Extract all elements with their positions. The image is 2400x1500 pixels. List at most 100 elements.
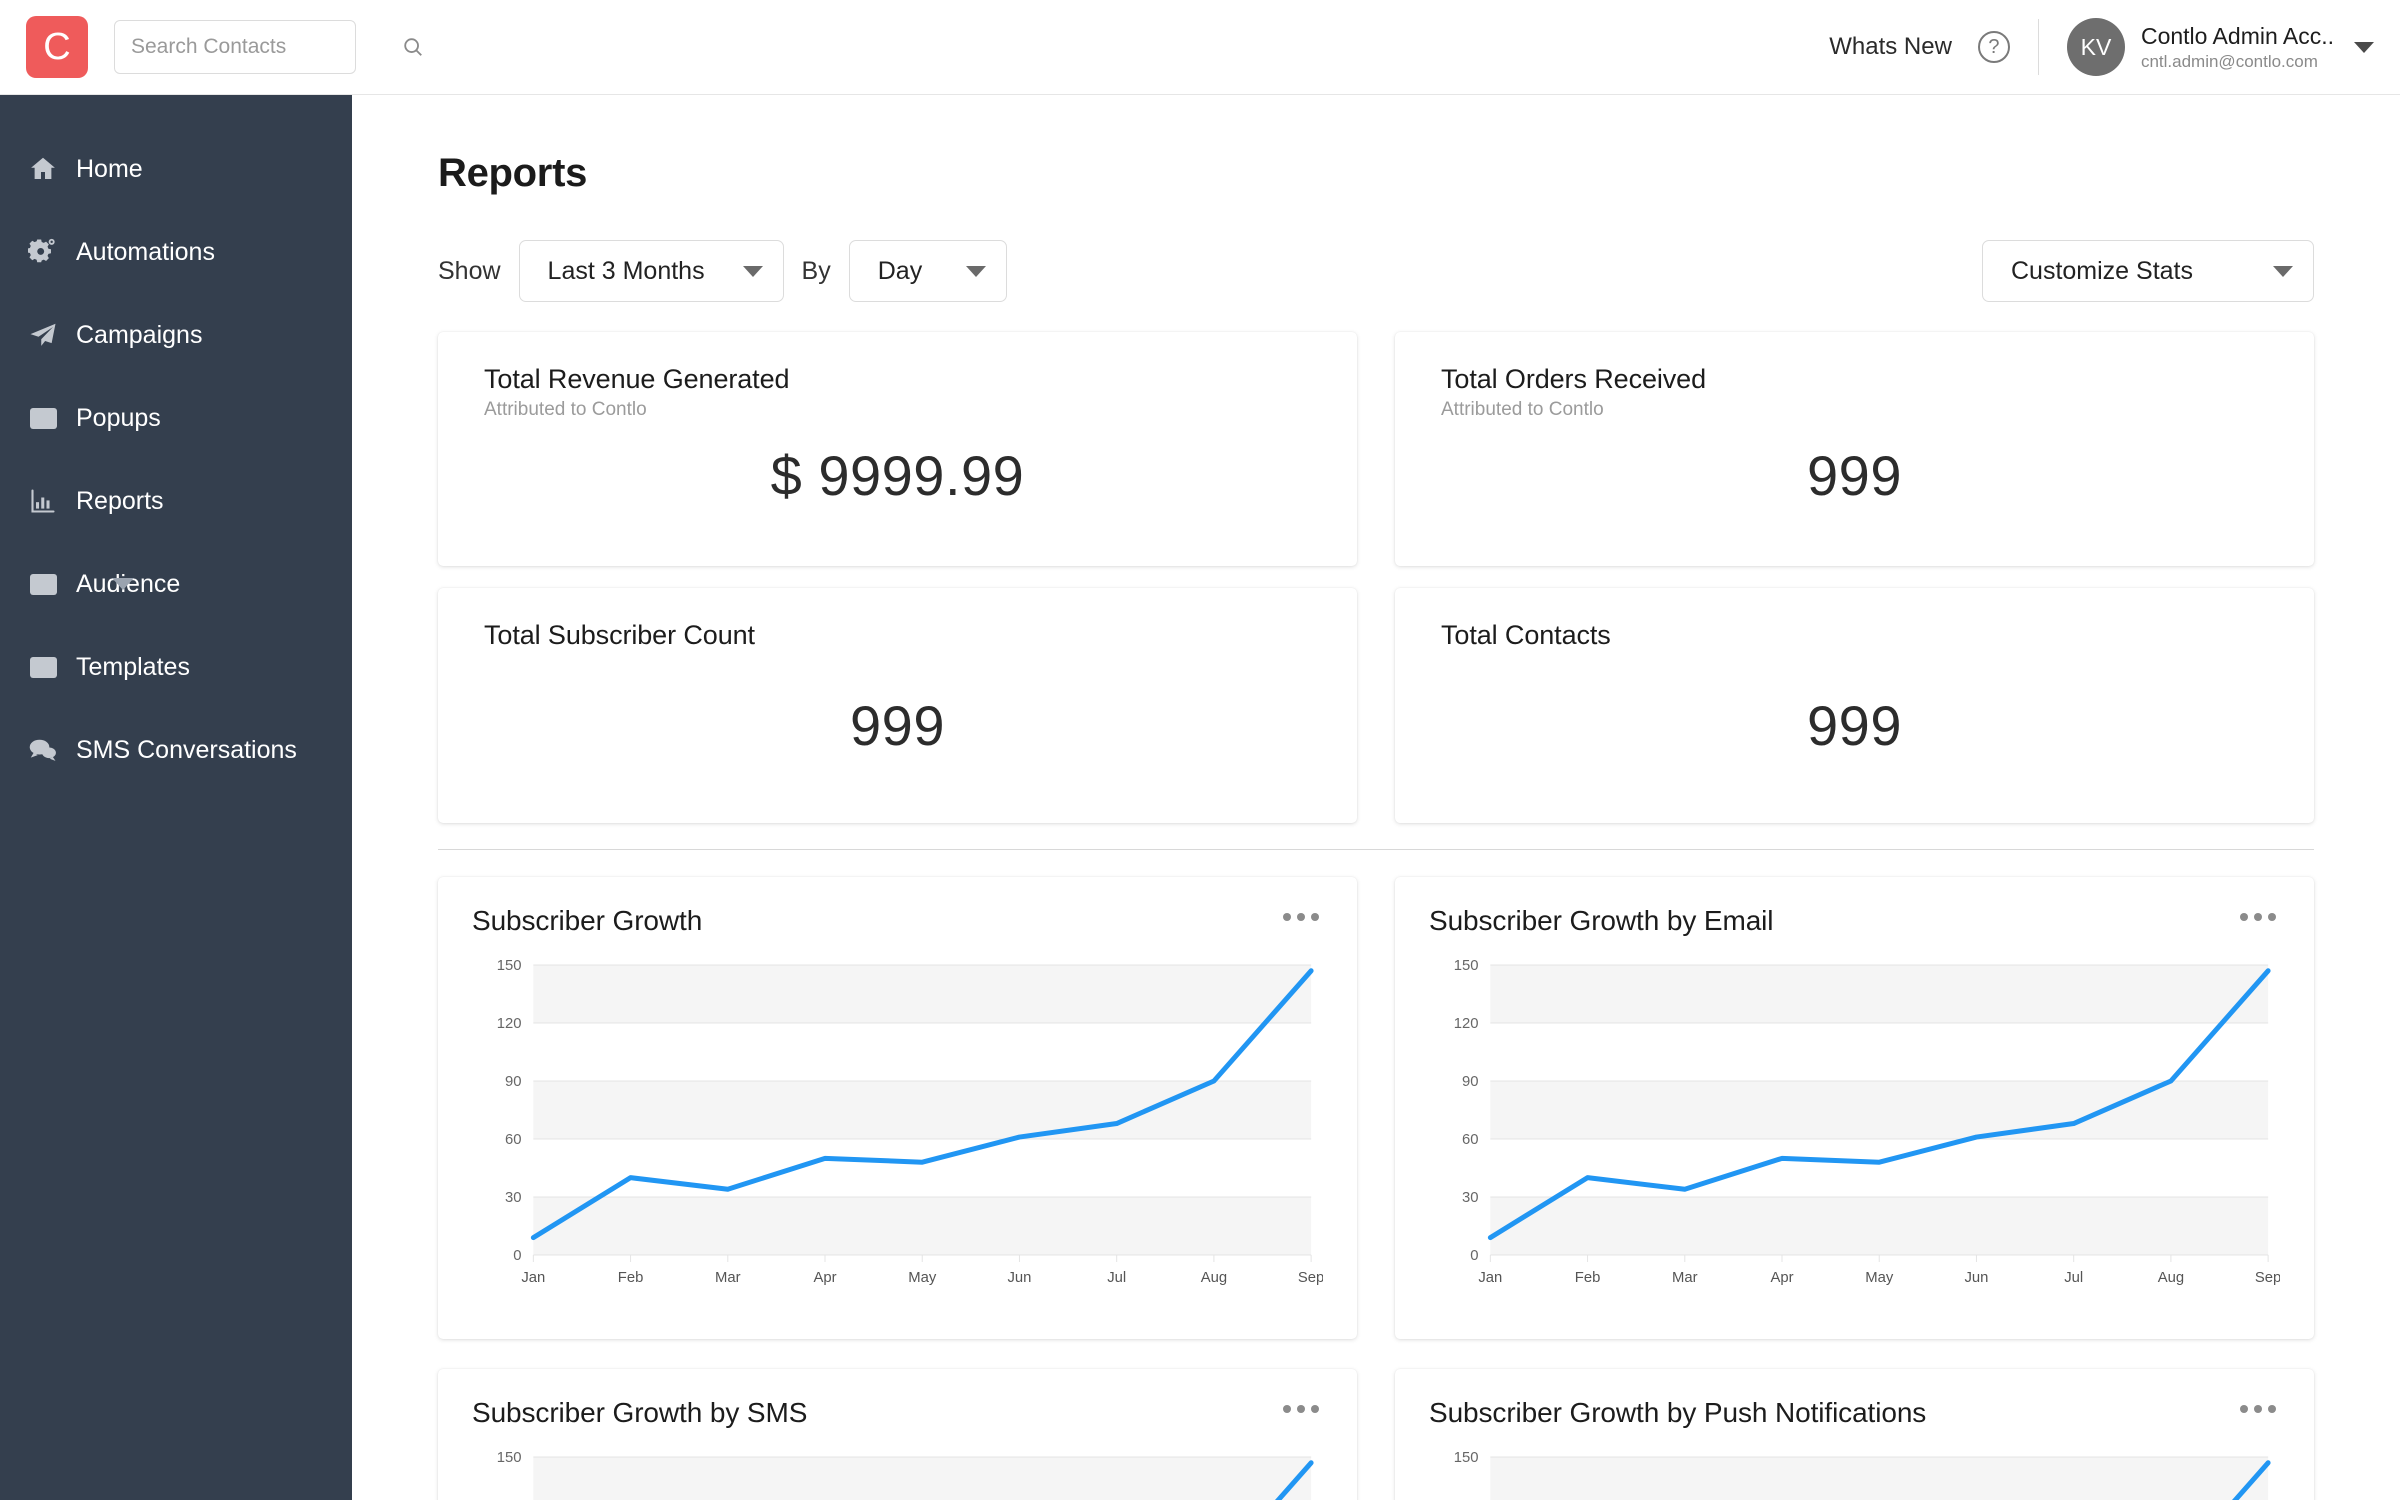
filters-bar: Show Last 3 Months By Day Customize Stat… (438, 240, 2400, 302)
search-input[interactable] (131, 35, 402, 59)
chart-title: Subscriber Growth by Push Notifications (1429, 1397, 1927, 1428)
app-logo[interactable]: C (26, 16, 88, 78)
help-icon[interactable]: ? (1977, 31, 2010, 63)
sidebar-item-campaigns[interactable]: Campaigns (0, 309, 352, 361)
sidebar-item-home[interactable]: Home (0, 143, 352, 195)
chart-options-menu-icon[interactable] (1279, 905, 1323, 929)
chart-title: Subscriber Growth by Email (1429, 905, 1774, 936)
stat-title: Total Revenue Generated (484, 364, 790, 394)
stat-title: Total Orders Received (1441, 364, 1707, 394)
square-icon (26, 652, 60, 682)
svg-text:Mar: Mar (1672, 1269, 1698, 1286)
chart-card-subscriber-growth-sms: Subscriber Growth by SMS 0306090120150Ja… (438, 1369, 1357, 1500)
chevron-down-icon[interactable] (2354, 41, 2374, 53)
svg-text:150: 150 (1454, 1449, 1479, 1466)
chart-options-menu-icon[interactable] (2236, 1397, 2280, 1421)
chart-body: 0306090120150JanFebMarAprMayJunJulAugSep (1429, 1447, 2280, 1500)
svg-text:Jun: Jun (1965, 1269, 1989, 1286)
svg-text:Feb: Feb (1575, 1269, 1601, 1286)
sidebar-item-label: Reports (76, 486, 164, 515)
sidebar-item-templates[interactable]: Templates (0, 641, 352, 693)
svg-text:60: 60 (1462, 1131, 1479, 1148)
svg-text:Jun: Jun (1008, 1269, 1032, 1286)
top-bar: C Whats New ? KV Contlo Admin Acc.. cntl… (0, 0, 2400, 95)
sidebar-item-reports[interactable]: Reports (0, 475, 352, 527)
svg-text:Jan: Jan (521, 1269, 545, 1286)
chart-header: Subscriber Growth by SMS (472, 1397, 1323, 1429)
sidebar-item-popups[interactable]: Popups (0, 392, 352, 444)
stat-title: Total Subscriber Count (484, 620, 755, 650)
by-label: By (801, 256, 831, 285)
svg-text:May: May (1865, 1269, 1894, 1286)
square-icon (26, 403, 60, 433)
account-block[interactable]: Contlo Admin Acc.. cntl.admin@contlo.com (2141, 22, 2334, 72)
search-icon (402, 36, 424, 58)
svg-text:Jul: Jul (1107, 1269, 1126, 1286)
svg-text:150: 150 (1454, 957, 1479, 974)
svg-text:120: 120 (497, 1015, 522, 1032)
svg-text:Sep: Sep (2255, 1269, 2280, 1286)
stat-card-total-revenue: Total Revenue Generated Attributed to Co… (438, 332, 1357, 566)
charts-grid: Subscriber Growth 0 30 60 90 120 150 Jan Feb Mar… (438, 877, 2314, 1500)
sidebar-item-label: Campaigns (76, 320, 203, 349)
svg-text:90: 90 (505, 1073, 522, 1090)
whats-new-link[interactable]: Whats New (1829, 33, 1952, 61)
chart-header: Subscriber Growth (472, 905, 1323, 937)
svg-text:0: 0 (513, 1247, 521, 1264)
square-icon (26, 569, 60, 599)
sidebar-item-sms-conversations[interactable]: SMS Conversations (0, 724, 352, 776)
chart-card-subscriber-growth-push: Subscriber Growth by Push Notifications … (1395, 1369, 2314, 1500)
customize-stats-select[interactable]: Customize Stats (1982, 240, 2314, 302)
svg-text:Apr: Apr (1770, 1269, 1793, 1286)
svg-text:150: 150 (497, 957, 522, 974)
svg-text:Aug: Aug (2158, 1269, 2184, 1286)
customize-stats-value: Customize Stats (2011, 256, 2194, 285)
chart-options-menu-icon[interactable] (1279, 1397, 1323, 1421)
chart-options-menu-icon[interactable] (2236, 905, 2280, 929)
line-chart: 0306090120150JanFebMarAprMayJunJulAugSep (1454, 1449, 2271, 1500)
sidebar-item-label: SMS Conversations (76, 735, 297, 764)
stat-value: 999 (1807, 694, 1902, 757)
sidebar-item-automations[interactable]: Automations (0, 226, 352, 278)
svg-text:Jul: Jul (2064, 1269, 2083, 1286)
page-title: Reports (438, 151, 588, 195)
sidebar: Home Automations Campaigns Popups Report… (0, 95, 352, 1500)
bar-chart-icon (26, 486, 60, 516)
main-content: Reports Show Last 3 Months By Day Custom… (352, 95, 2400, 1500)
chart-card-subscriber-growth: Subscriber Growth 0 30 60 90 120 150 Jan Feb Mar… (438, 877, 1357, 1339)
sidebar-item-label: Automations (76, 237, 215, 266)
stat-subtitle: Attributed to Contlo (484, 399, 647, 420)
sidebar-item-label: Home (76, 154, 143, 183)
date-range-select[interactable]: Last 3 Months (518, 240, 784, 302)
account-email: cntl.admin@contlo.com (2140, 51, 2318, 71)
sidebar-item-label: Popups (76, 403, 161, 432)
account-name: Contlo Admin Acc.. (2140, 23, 2334, 49)
svg-text:Jan: Jan (1478, 1269, 1502, 1286)
line-chart: 0306090120150JanFebMarAprMayJunJulAugSep (497, 1449, 1314, 1500)
svg-text:Feb: Feb (618, 1269, 644, 1286)
chevron-down-icon[interactable] (112, 578, 134, 590)
group-by-select[interactable]: Day (848, 240, 1007, 302)
chevron-down-icon (965, 265, 986, 277)
svg-text:May: May (908, 1269, 937, 1286)
sidebar-item-label: Templates (76, 652, 190, 681)
svg-text:30: 30 (1462, 1189, 1479, 1206)
chart-header: Subscriber Growth by Push Notifications (1429, 1397, 2280, 1429)
chart-body: 0306090120150JanFebMarAprMayJunJulAugSep (472, 1447, 1323, 1500)
search-box[interactable] (114, 20, 422, 74)
header-divider (2037, 19, 2039, 75)
home-icon (26, 154, 60, 184)
stat-cards-grid: Total Revenue Generated Attributed to Co… (438, 332, 2314, 823)
svg-text:Mar: Mar (715, 1269, 741, 1286)
svg-text:Apr: Apr (813, 1269, 836, 1286)
chart-title: Subscriber Growth by SMS (472, 1397, 808, 1428)
line-chart: 0306090120150JanFebMarAprMayJunJulAugSep (1454, 957, 2280, 1286)
svg-text:150: 150 (497, 1449, 522, 1466)
group-by-value: Day (877, 256, 923, 285)
sidebar-item-audience[interactable]: Audience (0, 558, 352, 610)
stat-subtitle: Attributed to Contlo (1441, 399, 1604, 420)
chart-card-subscriber-growth-email: Subscriber Growth by Email 0 30 60 90 120 150… (1395, 877, 2314, 1339)
svg-text:90: 90 (1462, 1073, 1479, 1090)
line-chart: 0306090120150JanFebMarAprMayJunJulAugSep (497, 957, 1323, 1286)
chart-body: 0306090120150JanFebMarAprMayJunJulAugSep (1429, 955, 2280, 1295)
